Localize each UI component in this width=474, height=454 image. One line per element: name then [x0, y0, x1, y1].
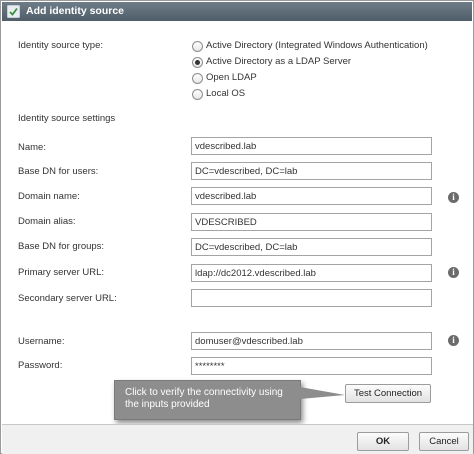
radio-label: Local OS [206, 88, 246, 99]
add-identity-source-dialog: Add identity source Identity source type… [0, 0, 474, 454]
base-dn-users-label: Base DN for users: [18, 166, 99, 177]
secondary-server-url-label: Secondary server URL: [18, 293, 117, 304]
domain-alias-field[interactable] [191, 213, 432, 231]
radio-label: Active Directory as a LDAP Server [206, 56, 352, 67]
domain-name-field[interactable] [191, 187, 432, 205]
dialog-title: Add identity source [26, 5, 125, 17]
test-connection-button[interactable]: Test Connection [345, 384, 431, 403]
username-field[interactable] [191, 332, 432, 350]
tooltip-callout: Click to verify the connectivity using t… [114, 380, 301, 420]
tooltip-text: Click to verify the connectivity using t… [125, 387, 283, 410]
radio-label: Active Directory (Integrated Windows Aut… [206, 40, 428, 51]
username-info-icon[interactable]: i [448, 335, 459, 346]
base-dn-groups-label: Base DN for groups: [18, 241, 105, 252]
identity-source-settings-heading: Identity source settings [18, 113, 116, 124]
dialog-titlebar: Add identity source [2, 2, 472, 21]
radio-button[interactable] [192, 89, 203, 100]
add-identity-icon [7, 5, 20, 18]
radio-button-selected[interactable] [192, 57, 203, 68]
tooltip-pointer [300, 387, 345, 399]
base-dn-groups-field[interactable] [191, 238, 432, 256]
radio-button[interactable] [192, 41, 203, 52]
radio-label: Open LDAP [206, 72, 257, 83]
radio-selected-dot [195, 60, 200, 65]
password-label: Password: [18, 360, 63, 371]
base-dn-users-field[interactable] [191, 162, 432, 180]
secondary-server-url-field[interactable] [191, 289, 432, 307]
primary-server-url-field[interactable] [191, 264, 432, 282]
radio-button[interactable] [192, 73, 203, 84]
domain-name-info-icon[interactable]: i [448, 192, 459, 203]
password-field[interactable] [191, 357, 432, 375]
cancel-button[interactable]: Cancel [419, 432, 469, 451]
primary-server-url-label: Primary server URL: [18, 267, 105, 278]
name-label: Name: [18, 142, 46, 153]
name-field[interactable] [191, 137, 432, 155]
username-label: Username: [18, 336, 65, 347]
primary-server-url-info-icon[interactable]: i [448, 267, 459, 278]
domain-alias-label: Domain alias: [18, 216, 76, 227]
identity-source-type-label: Identity source type: [18, 40, 104, 51]
domain-name-label: Domain name: [18, 191, 80, 202]
ok-button[interactable]: OK [357, 432, 409, 451]
